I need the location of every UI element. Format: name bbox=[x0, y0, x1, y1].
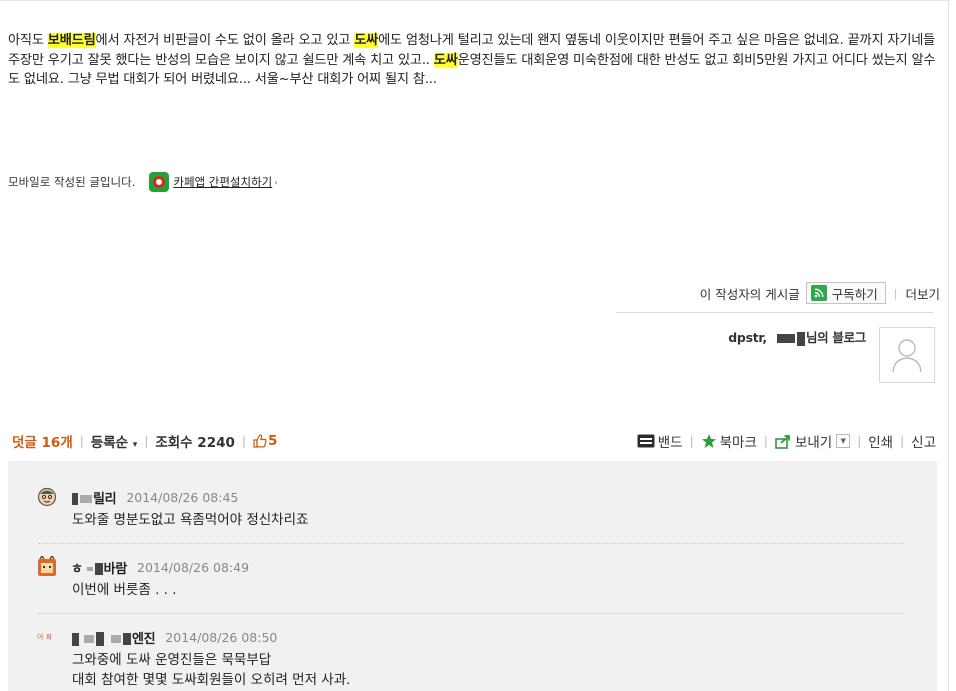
more-link[interactable]: 더보기 bbox=[905, 284, 940, 303]
top-border bbox=[0, 0, 950, 1]
author-posts-label[interactable]: 이 작성자의 게시글 bbox=[700, 284, 800, 303]
smiley-avatar-icon bbox=[36, 486, 58, 508]
comment-item: ㅎ 바람 2014/08/26 08:49 이번에 버릇좀 . . . bbox=[36, 556, 906, 600]
comment-author[interactable]: 엔진 bbox=[71, 628, 156, 647]
view-count: 조회수 2240 bbox=[155, 435, 235, 451]
blog-post-page: 아직도 보배드림에서 자전거 비판글이 수도 없이 올라 오고 있고 도싸에도 … bbox=[0, 0, 956, 691]
post-text-segment: 아직도 bbox=[8, 33, 48, 48]
cafe-app-icon[interactable] bbox=[149, 172, 170, 192]
rss-icon bbox=[810, 285, 827, 301]
user-placeholder-icon bbox=[892, 339, 922, 373]
bookmark-button[interactable]: 북마크 bbox=[701, 431, 757, 451]
comment-list: 릴리 2014/08/26 08:45 도와줄 명분도없고 욕좀먹어야 정신차리… bbox=[8, 461, 937, 691]
sort-order-dropdown[interactable]: 등록순 ▾ bbox=[91, 431, 138, 451]
redacted-block bbox=[796, 331, 805, 346]
right-rule bbox=[948, 0, 949, 691]
send-button[interactable]: 보내기 ▼ bbox=[775, 431, 851, 451]
comment-date: 2014/08/26 08:50 bbox=[165, 629, 278, 645]
comment-date: 2014/08/26 08:45 bbox=[126, 489, 239, 505]
post-text-segment: 에서 자전거 비판글이 수도 없이 올라 오고 있고 bbox=[95, 33, 355, 48]
redacted-block bbox=[776, 334, 795, 343]
text-avatar-icon: 아파 bbox=[36, 626, 58, 648]
author-avatar[interactable] bbox=[879, 327, 935, 383]
comment-author[interactable]: 릴리 bbox=[71, 488, 117, 507]
share-arrow-icon bbox=[775, 434, 792, 449]
highlighted-keyword: 도싸 bbox=[354, 33, 379, 48]
subscribe-button[interactable]: 구독하기 bbox=[805, 282, 886, 304]
subscribe-label: 구독하기 bbox=[831, 286, 878, 302]
caret-down-icon: ▾ bbox=[132, 440, 138, 450]
comment-count[interactable]: 덧글 16개 bbox=[12, 431, 73, 451]
thumbs-up-icon bbox=[253, 434, 267, 448]
comment-text: 도와줄 명분도없고 욕좀먹어야 정신차리죠 bbox=[72, 512, 309, 528]
band-share-button[interactable]: 밴드 bbox=[637, 431, 683, 451]
highlighted-keyword: 보배드림 bbox=[47, 33, 96, 48]
svg-text:파: 파 bbox=[46, 632, 52, 641]
print-button[interactable]: 인쇄 bbox=[868, 431, 893, 451]
author-divider bbox=[616, 312, 934, 313]
character-avatar-icon bbox=[36, 556, 58, 578]
post-body: 아직도 보배드림에서 자전거 비판글이 수도 없이 올라 오고 있고 도싸에도 … bbox=[8, 31, 938, 90]
mobile-note-text: 모바일로 작성된 글입니다. bbox=[8, 175, 136, 189]
mobile-note: 모바일로 작성된 글입니다. 카페앱 간편설치하기 › bbox=[8, 171, 277, 193]
report-button[interactable]: 신고 bbox=[911, 431, 936, 451]
comment-divider bbox=[38, 613, 904, 614]
svg-text:아: 아 bbox=[37, 633, 44, 642]
cafe-app-install-link[interactable]: 카페앱 간편설치하기 bbox=[173, 174, 272, 190]
comment-text: 이번에 버릇좀 . . . bbox=[72, 582, 177, 598]
send-dropdown-toggle[interactable]: ▼ bbox=[836, 434, 851, 448]
comment-author[interactable]: ㅎ 바람 bbox=[71, 558, 127, 577]
author-bar: 이 작성자의 게시글 구독하기 | 더보기 bbox=[600, 280, 940, 306]
comment-item: 아파 엔진 2014/08/26 08:50 그와중에 도싸 운영진들은 묵묵부… bbox=[36, 627, 906, 690]
comment-bar: 덧글 16개 | 등록순 ▾ | 조회수 2240 | 5 밴드 | 북마크 | bbox=[12, 431, 936, 451]
comment-date: 2014/08/26 08:49 bbox=[137, 559, 250, 575]
comment-divider bbox=[38, 543, 904, 544]
like-button[interactable]: 5 bbox=[253, 433, 277, 449]
highlighted-keyword: 도싸 bbox=[433, 52, 458, 68]
chevron-right-icon: › bbox=[274, 177, 278, 187]
star-icon bbox=[701, 433, 717, 449]
comment-item: 릴리 2014/08/26 08:45 도와줄 명분도없고 욕좀먹어야 정신차리… bbox=[36, 487, 906, 530]
separator: | bbox=[893, 286, 898, 300]
blog-name-link[interactable]: dpstr, 님의 블로그 bbox=[600, 327, 866, 346]
comment-text: 그와중에 도싸 운영진들은 묵묵부답 대회 참여한 몇몇 도싸회원들이 오히려 … bbox=[72, 652, 351, 688]
band-icon bbox=[637, 434, 655, 448]
